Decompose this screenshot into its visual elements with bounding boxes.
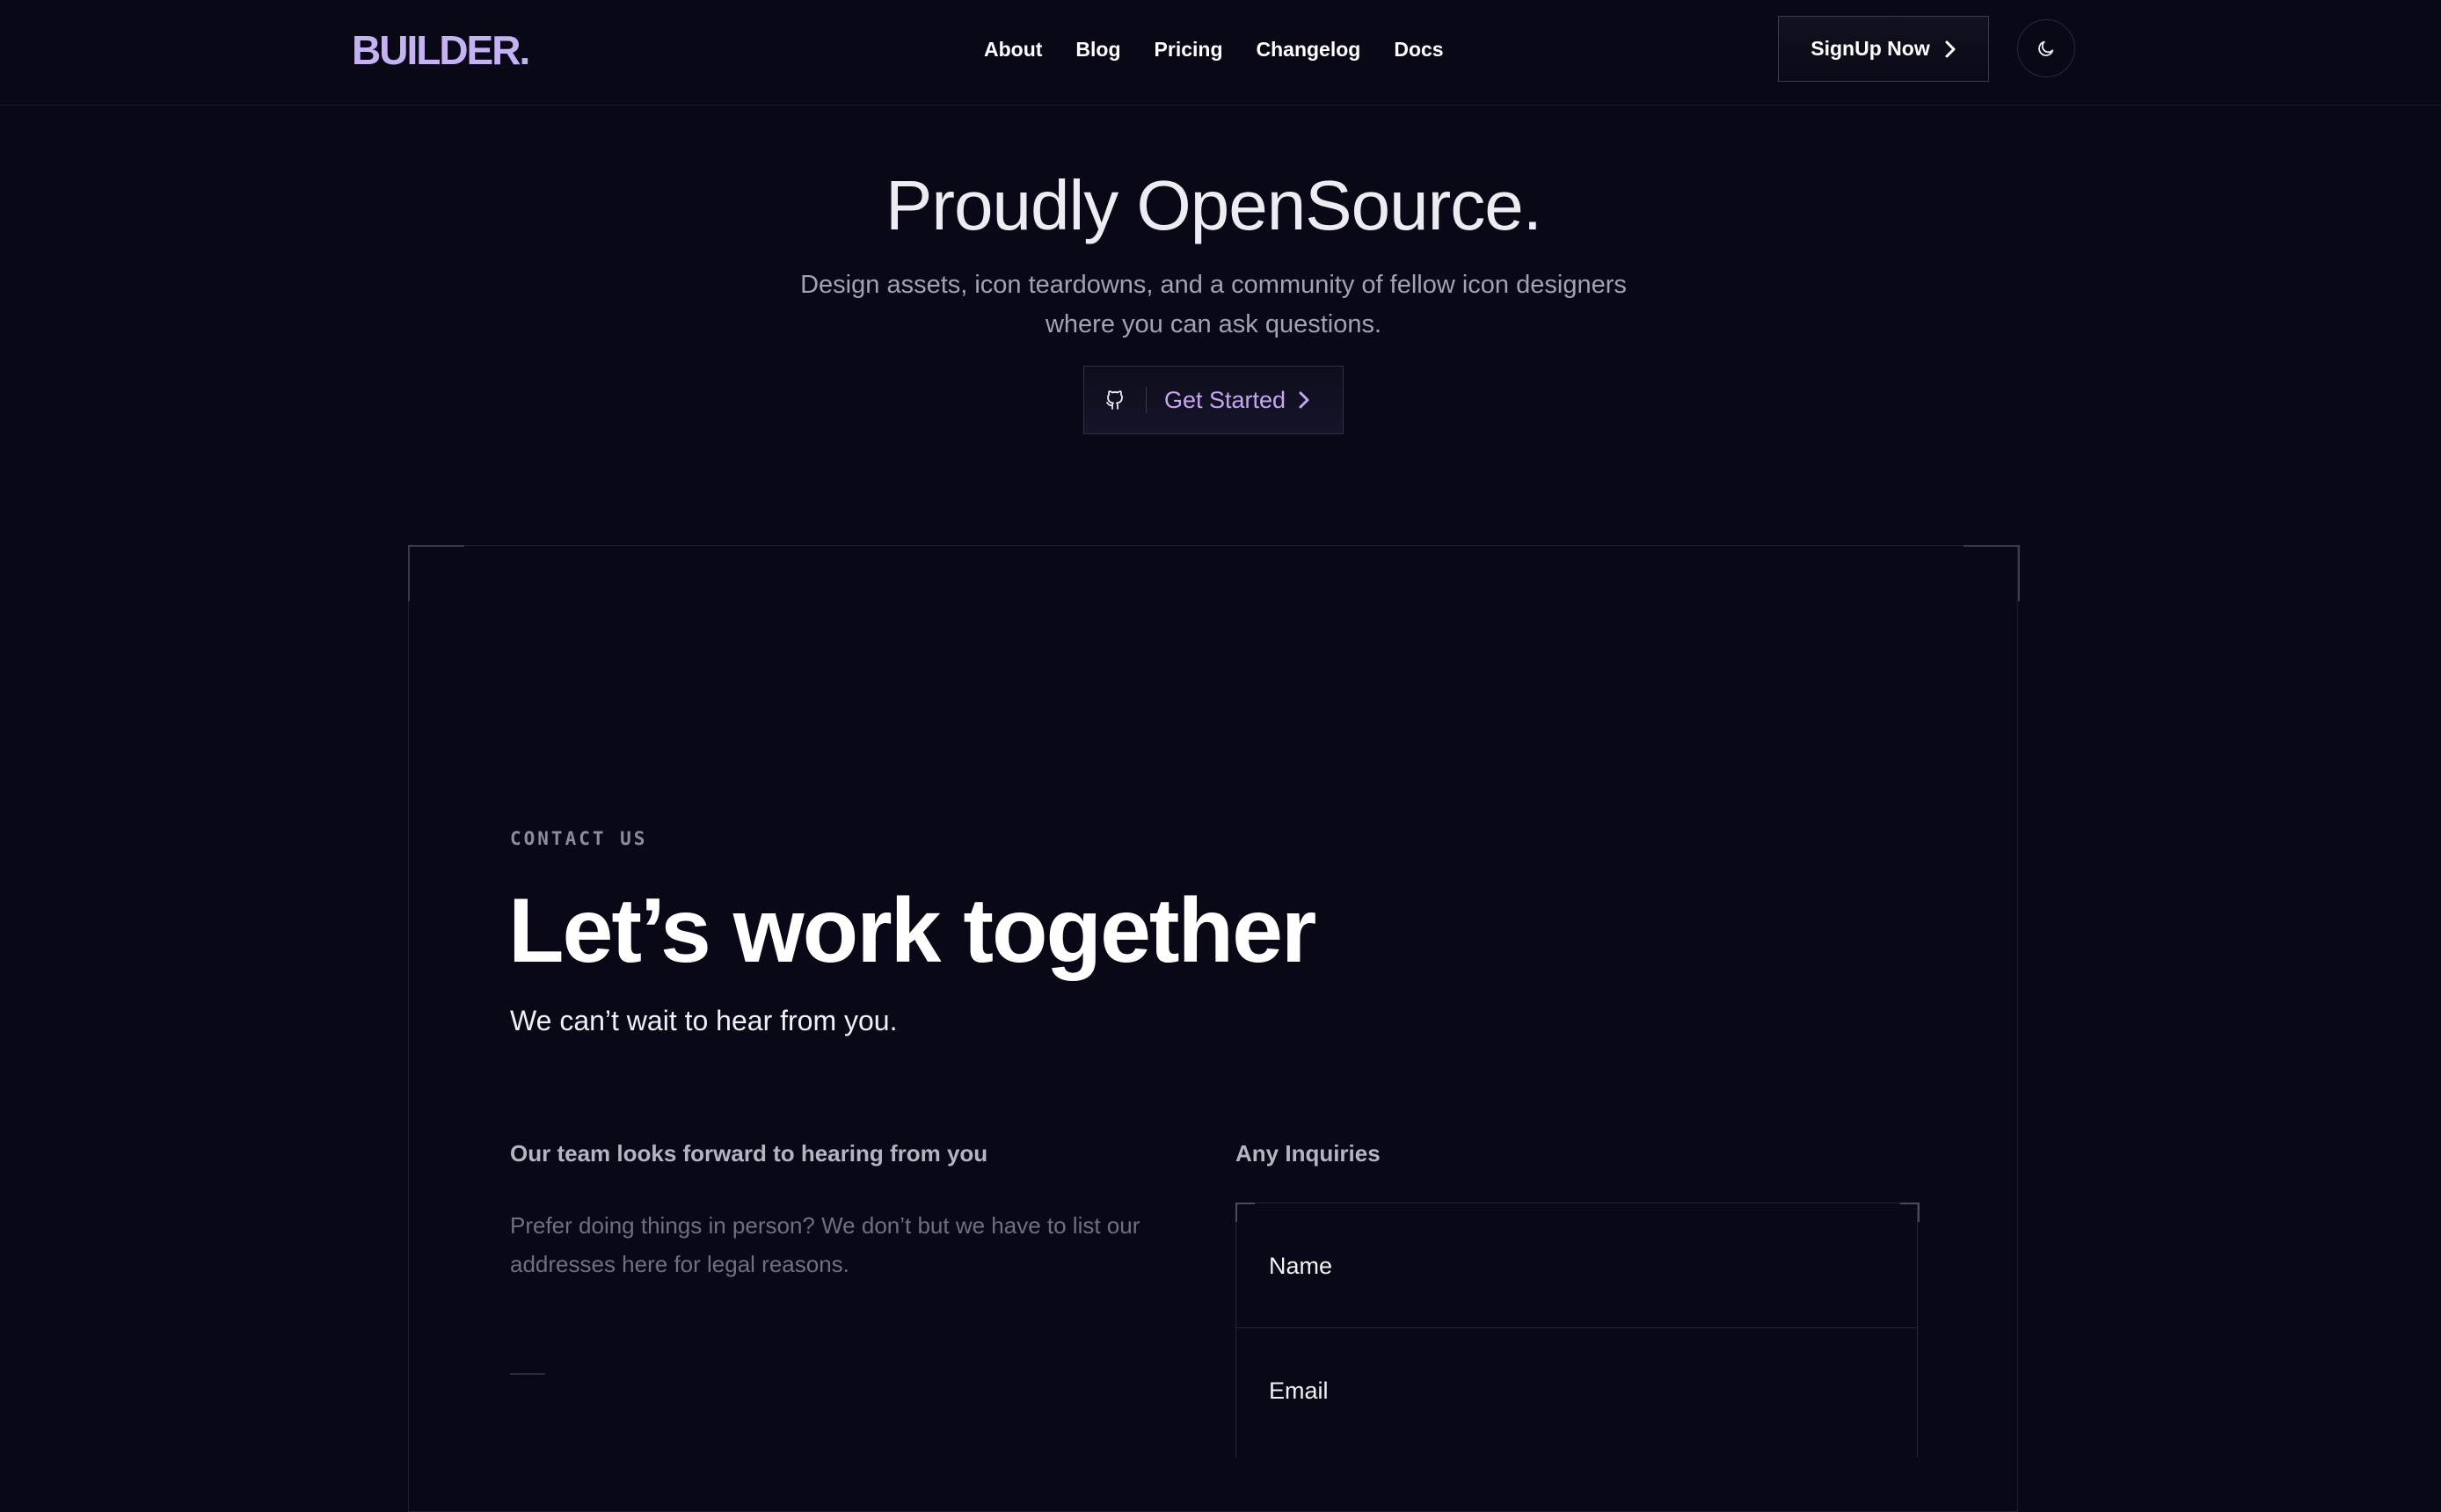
card-corner-decoration — [1964, 545, 2020, 601]
nav-link-changelog[interactable]: Changelog — [1257, 38, 1361, 62]
team-description: Prefer doing things in person? We don’t … — [510, 1212, 1140, 1277]
theme-toggle-button[interactable] — [2017, 19, 2075, 77]
cta-divider — [1146, 387, 1147, 413]
get-started-button[interactable]: Get Started — [1083, 366, 1344, 434]
hero-title: Proudly OpenSource. — [885, 166, 1542, 244]
signup-label: SignUp Now — [1811, 37, 1930, 60]
contact-tagline: We can’t wait to hear from you. — [510, 1005, 898, 1036]
get-started-label: Get Started — [1164, 386, 1286, 413]
contact-eyebrow: CONTACT US — [510, 828, 648, 849]
nav-link-pricing[interactable]: Pricing — [1155, 38, 1223, 62]
nav-link-docs[interactable]: Docs — [1394, 38, 1443, 62]
divider — [510, 1373, 545, 1375]
name-field[interactable]: Name — [1236, 1204, 1917, 1328]
hero-subtitle-line-1: Design assets, icon teardowns, and a com… — [800, 271, 1627, 299]
contact-heading: Let’s work together — [508, 880, 1316, 982]
email-field[interactable]: Email — [1236, 1329, 1917, 1453]
nav-link-about[interactable]: About — [984, 38, 1042, 62]
card-corner-decoration — [408, 545, 464, 601]
inquiries-heading: Any Inquiries — [1235, 1140, 1381, 1167]
hero-subtitle-line-2: where you can ask questions. — [1045, 310, 1382, 338]
hero-subtitle: Design assets, icon teardowns, and a com… — [774, 265, 1653, 345]
main-nav: About Blog Pricing Changelog Docs — [984, 0, 1444, 98]
logo[interactable]: BUILDER. — [352, 26, 530, 74]
nav-link-blog[interactable]: Blog — [1075, 38, 1120, 62]
chevron-right-icon — [1945, 40, 1956, 57]
moon-icon — [2038, 40, 2054, 56]
team-heading: Our team looks forward to hearing from y… — [510, 1140, 988, 1167]
chevron-right-icon — [1298, 390, 1310, 410]
github-icon — [1084, 389, 1146, 411]
signup-button[interactable]: SignUp Now — [1778, 16, 1989, 82]
